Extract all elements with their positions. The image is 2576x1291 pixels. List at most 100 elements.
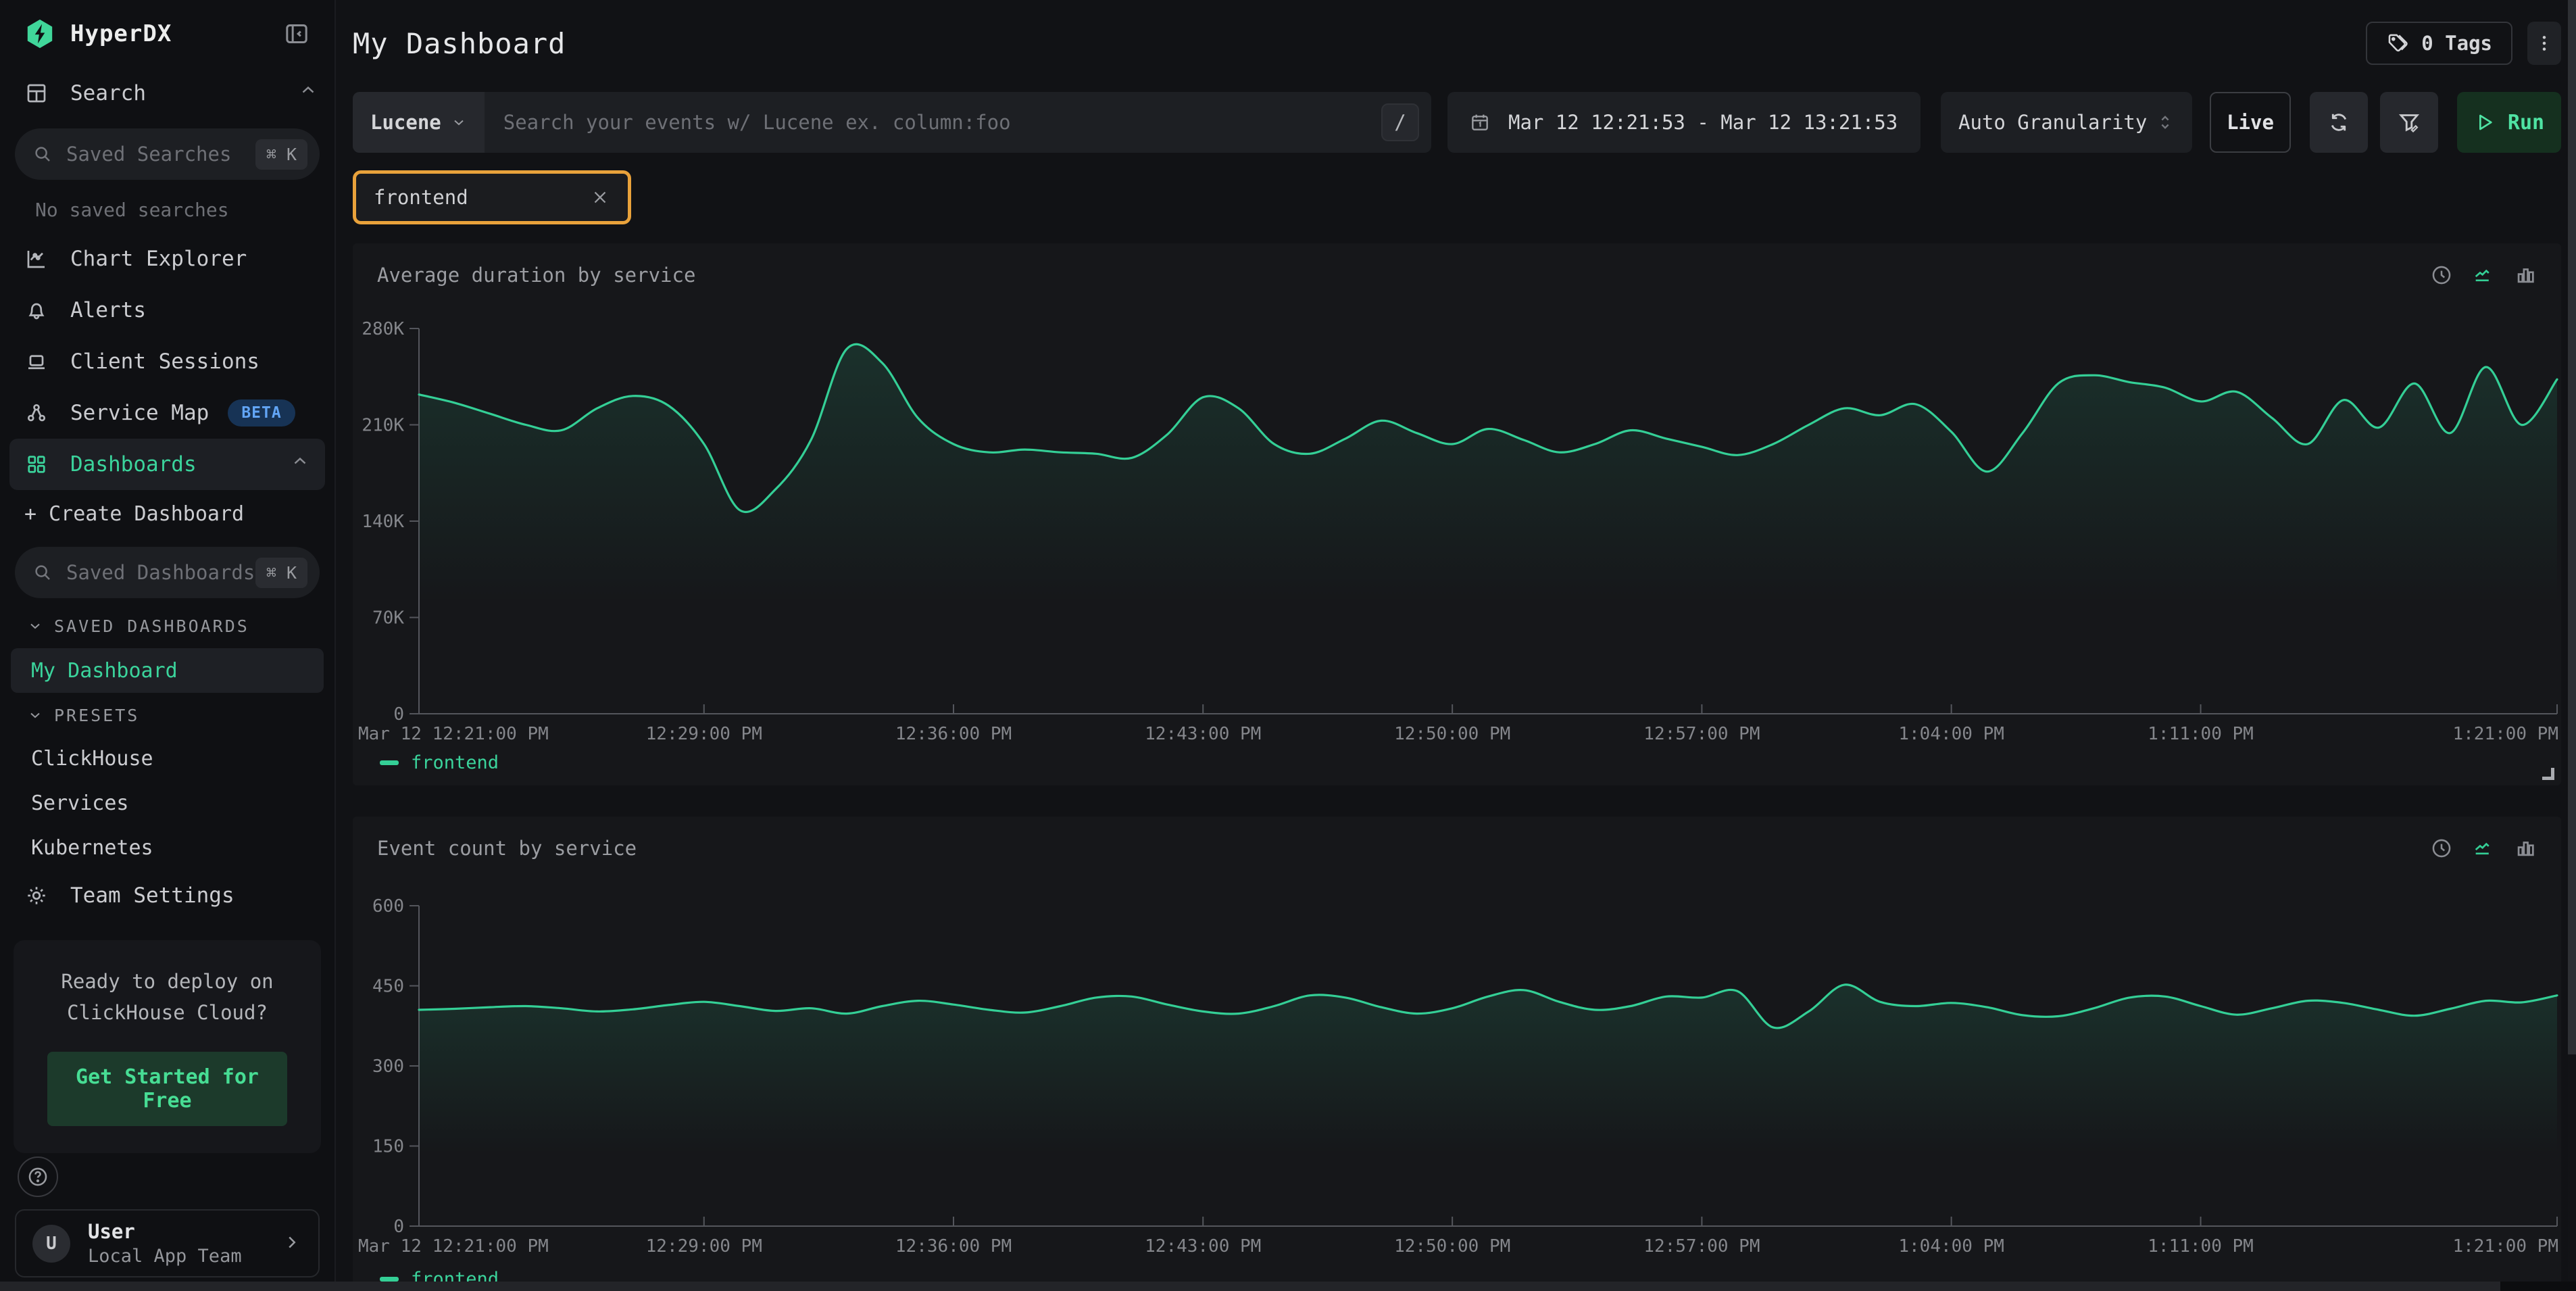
sidebar-item-label: Search [70, 81, 146, 105]
refresh-button[interactable] [2310, 92, 2368, 153]
clock-icon[interactable] [2430, 837, 2453, 860]
app-title: HyperDX [70, 20, 172, 47]
section-label: PRESETS [54, 706, 139, 725]
line-chart-toggle-icon[interactable] [2472, 264, 2495, 287]
x-axis-tick-label: 12:50:00 PM [1394, 1236, 1510, 1257]
vertical-scrollbar[interactable] [2568, 0, 2576, 1291]
sidebar-item-dashboards[interactable]: Dashboards [9, 439, 325, 490]
avatar: U [32, 1225, 70, 1263]
sidebar-item-label: Team Settings [70, 883, 234, 908]
chart-canvas-event-count[interactable]: 6004503001500Mar 12 12:21:00 PM12:29:00 … [353, 862, 2561, 1263]
x-axis-tick-label: 1:04:00 PM [1898, 724, 2004, 744]
search-board-icon [24, 80, 50, 106]
filter-chip-frontend[interactable]: frontend [353, 170, 631, 224]
query-language-select[interactable]: Lucene [353, 92, 485, 153]
y-axis-tick-label: 280K [362, 319, 404, 339]
legend-swatch [380, 760, 399, 765]
chart-area: 6004503001500Mar 12 12:21:00 PM12:29:00 … [353, 862, 2561, 1263]
hyperdx-logo-icon [24, 18, 55, 49]
bar-chart-toggle-icon[interactable] [2514, 264, 2537, 287]
sidebar-item-team-settings[interactable]: Team Settings [0, 870, 335, 921]
panel-resize-handle[interactable] [2542, 768, 2554, 780]
filter-edit-icon [2397, 110, 2421, 135]
filter-button[interactable] [2380, 92, 2438, 153]
sidebar-item-my-dashboard[interactable]: My Dashboard [11, 648, 324, 693]
page-title: My Dashboard [353, 27, 566, 60]
sidebar-item-service-map[interactable]: Service Map BETA [0, 387, 335, 439]
slash-shortcut-badge: / [1381, 103, 1419, 141]
horizontal-scrollbar[interactable] [0, 1282, 2576, 1291]
app-root: HyperDX Search ⌘ K [0, 0, 2576, 1291]
y-axis-tick-label: 450 [372, 977, 404, 997]
sidebar-spacer [0, 1153, 335, 1156]
horizontal-scrollbar-thumb[interactable] [0, 1282, 2500, 1291]
get-started-button[interactable]: Get Started for Free [47, 1052, 287, 1126]
legend-label[interactable]: frontend [411, 752, 499, 773]
y-axis-tick-label: 150 [372, 1137, 404, 1157]
x-axis-tick-label: 1:11:00 PM [2148, 1236, 2254, 1257]
select-chevrons-icon [2156, 113, 2175, 132]
logo-row: HyperDX [0, 0, 335, 68]
user-menu[interactable]: U User Local App Team [15, 1209, 320, 1277]
promo-text: Ready to deploy on ClickHouse Cloud? [31, 966, 303, 1029]
sidebar-collapse-icon[interactable] [283, 20, 310, 47]
y-axis-tick-label: 0 [393, 704, 404, 725]
chart-panel-header: Event count by service [353, 817, 2561, 862]
sidebar-item-label: Chart Explorer [70, 247, 247, 271]
series-area [419, 985, 2557, 1226]
chart-panel-header: Average duration by service [353, 243, 2561, 289]
sidebar-item-client-sessions[interactable]: Client Sessions [0, 336, 335, 387]
close-icon[interactable] [590, 187, 610, 208]
sidebar-item-services[interactable]: Services [0, 781, 335, 825]
time-range-picker[interactable]: Mar 12 12:21:53 - Mar 12 13:21:53 [1447, 92, 1921, 153]
sidebar-item-kubernetes[interactable]: Kubernetes [0, 825, 335, 870]
x-axis-tick-label: 12:43:00 PM [1145, 1236, 1261, 1257]
run-label: Run [2508, 111, 2544, 135]
run-button[interactable]: Run [2457, 92, 2561, 153]
sidebar-item-search[interactable]: Search [0, 68, 335, 119]
filter-row: Lucene / Mar 12 12:21:53 - Mar 12 13:21:… [353, 92, 2561, 153]
search-icon [32, 144, 53, 164]
sidebar-item-label: Alerts [70, 298, 146, 322]
clickhouse-cloud-promo: Ready to deploy on ClickHouse Cloud? Get… [14, 940, 321, 1153]
granularity-select[interactable]: Auto Granularity [1941, 92, 2192, 153]
sidebar-item-clickhouse[interactable]: ClickHouse [0, 736, 335, 781]
service-map-icon [24, 400, 50, 426]
live-button[interactable]: Live [2210, 92, 2291, 153]
chart-canvas-avg-duration[interactable]: 280K210K140K70K0Mar 12 12:21:00 PM12:29:… [353, 289, 2561, 746]
no-saved-searches-label: No saved searches [0, 187, 335, 233]
chevron-up-icon [298, 80, 318, 106]
section-presets[interactable]: PRESETS [0, 694, 335, 736]
tags-button[interactable]: 0 Tags [2366, 22, 2512, 65]
event-search-input[interactable] [485, 111, 1381, 134]
saved-searches-input[interactable] [66, 143, 255, 166]
query-language-label: Lucene [370, 111, 441, 134]
clock-icon[interactable] [2430, 264, 2453, 287]
create-dashboard-button[interactable]: + Create Dashboard [0, 490, 335, 537]
x-axis-tick-label: 1:04:00 PM [1898, 1236, 2004, 1257]
sidebar-item-chart-explorer[interactable]: Chart Explorer [0, 233, 335, 285]
y-axis-tick-label: 140K [362, 512, 404, 532]
sidebar-item-alerts[interactable]: Alerts [0, 285, 335, 336]
y-axis-tick-label: 0 [393, 1217, 404, 1237]
saved-dashboards-input[interactable] [66, 561, 255, 584]
series-area [419, 344, 2557, 714]
line-chart-toggle-icon[interactable] [2472, 837, 2495, 860]
help-button[interactable] [18, 1156, 58, 1197]
x-axis-tick-label: 12:50:00 PM [1394, 724, 1510, 744]
dashboard-menu-button[interactable] [2527, 22, 2561, 65]
section-saved-dashboards[interactable]: SAVED DASHBOARDS [0, 605, 335, 647]
vertical-scrollbar-thumb[interactable] [2568, 0, 2576, 1054]
saved-searches-input-wrap: ⌘ K [15, 128, 320, 180]
chevron-right-icon [282, 1232, 302, 1255]
chart-explorer-icon [24, 246, 50, 272]
title-actions: 0 Tags [2366, 22, 2561, 65]
dashboards-grid-icon [24, 452, 50, 477]
shortcut-badge: ⌘ K [255, 558, 307, 588]
user-info: User Local App Team [88, 1220, 242, 1267]
x-axis-tick-label: 12:36:00 PM [895, 1236, 1012, 1257]
laptop-icon [24, 349, 50, 374]
bar-chart-toggle-icon[interactable] [2514, 837, 2537, 860]
tags-count: 0 Tags [2421, 32, 2492, 55]
chart-title: Event count by service [377, 837, 637, 860]
